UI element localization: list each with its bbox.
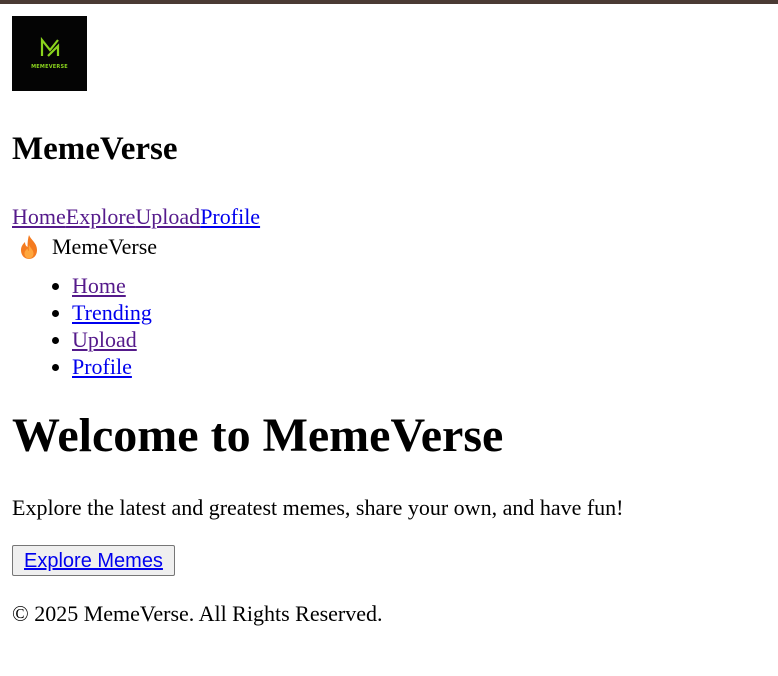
menu-item: Upload — [72, 326, 766, 353]
main-menu: Home Trending Upload Profile — [12, 272, 766, 380]
menu-item: Profile — [72, 353, 766, 380]
hero-title: Welcome to MemeVerse — [12, 409, 504, 462]
menu-profile-link[interactable]: Profile — [72, 354, 132, 379]
menu-trending-link[interactable]: Trending — [72, 300, 152, 325]
footer: © 2025 MemeVerse. All Rights Reserved. — [12, 601, 766, 627]
menu-upload-link[interactable]: Upload — [72, 327, 137, 352]
explore-memes-button[interactable]: Explore Memes — [12, 545, 175, 576]
logo-text: MEMEVERSE — [31, 64, 68, 70]
menu-item: Trending — [72, 299, 766, 326]
hero-section: Welcome to MemeVerse Explore the latest … — [12, 407, 766, 576]
site-title: MemeVerse — [12, 131, 178, 167]
footer-copyright: © 2025 MemeVerse. All Rights Reserved. — [12, 601, 383, 626]
top-nav-home-link[interactable]: Home — [12, 204, 66, 229]
top-nav-explore-link[interactable]: Explore — [66, 204, 136, 229]
site-logo: MEMEVERSE — [12, 16, 87, 91]
brand-name: MemeVerse — [52, 234, 158, 259]
hero-description: Explore the latest and greatest memes, s… — [12, 495, 624, 520]
menu-home-link[interactable]: Home — [72, 273, 126, 298]
fire-icon — [21, 235, 37, 259]
top-nav-profile-link[interactable]: Profile — [200, 204, 260, 229]
site-header: MEMEVERSE MemeVerse HomeExploreUploadPro… — [12, 16, 766, 230]
brand-bar: MemeVerse — [12, 232, 766, 262]
explore-memes-button-label: Explore Memes — [24, 550, 163, 572]
memeverse-logo-icon — [40, 37, 59, 57]
top-nav-upload-link[interactable]: Upload — [135, 204, 200, 229]
menu-item: Home — [72, 272, 766, 299]
page: MEMEVERSE MemeVerse HomeExploreUploadPro… — [0, 16, 778, 627]
top-nav: HomeExploreUploadProfile — [12, 204, 766, 230]
